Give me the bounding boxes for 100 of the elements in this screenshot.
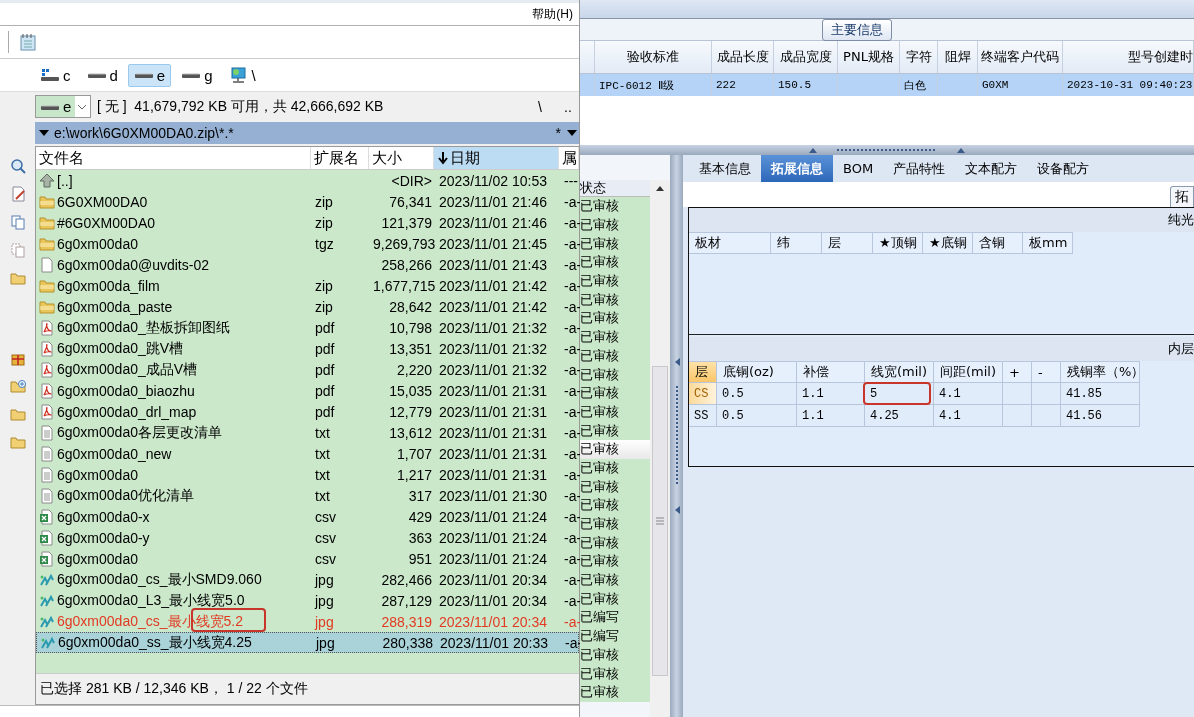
notepad-icon[interactable]	[19, 33, 37, 51]
menu-item[interactable]: 帮助(H)	[532, 5, 573, 23]
column-header[interactable]: 成品长度	[712, 41, 774, 73]
file-name[interactable]: 6g0xm00da0_成品V槽	[57, 360, 198, 377]
file-name[interactable]: 6g0xm00da0-y	[57, 529, 150, 546]
file-size: 9,269,793	[372, 235, 435, 252]
column-header[interactable]: 底铜(oz)	[717, 361, 797, 383]
table-cell: 5	[865, 383, 934, 405]
splitter-grip-icon[interactable]	[807, 146, 967, 154]
folder-icon[interactable]	[9, 270, 26, 286]
panel-tab[interactable]: 拓	[1170, 186, 1194, 207]
column-header[interactable]: ★底铜	[923, 232, 973, 254]
file-name[interactable]: 6g0xm00da0@uvdits-02	[57, 256, 209, 273]
file-name[interactable]: 6g0xm00da0_垫板拆卸图纸	[57, 318, 230, 335]
column-header[interactable]: -	[1032, 361, 1061, 383]
row-header[interactable]: CS	[689, 383, 717, 405]
column-header[interactable]: 属	[559, 147, 579, 169]
column-header[interactable]: 阻焊	[938, 41, 978, 73]
column-header[interactable]: 纬	[771, 232, 822, 254]
column-header[interactable]: 扩展名	[310, 147, 369, 169]
file-name[interactable]: 6g0xm00da0-x	[57, 508, 150, 525]
selected-row[interactable]: IPC-6012 Ⅱ级 222 150.5 白色 G0XM 2023-10-31 09:40:23	[580, 74, 1194, 96]
file-name[interactable]: 6g0xm00da0	[57, 235, 138, 252]
tab[interactable]: 设备配方	[1027, 155, 1100, 182]
file-extension: tgz	[314, 235, 335, 252]
file-name[interactable]: #6G0XM00DA0	[57, 214, 156, 231]
copy-icon[interactable]	[9, 214, 26, 230]
file-name[interactable]: 6g0xm00da_film	[57, 277, 160, 294]
file-extension: zip	[314, 193, 334, 210]
column-header[interactable]: PNL规格	[838, 41, 900, 73]
file-name[interactable]: 6g0xm00da0_跳V槽	[57, 339, 184, 356]
column-header[interactable]: 层	[689, 361, 717, 383]
tab[interactable]: 文本配方	[955, 155, 1028, 182]
file-name[interactable]: 6g0xm00da0_biaozhu	[57, 382, 195, 399]
status-cell: 已编写	[580, 608, 650, 627]
file-name[interactable]: 6g0xm00da0_L3_最小线宽5.0	[57, 591, 245, 608]
file-size: 1,217	[395, 466, 433, 483]
column-header[interactable]: 终端客户代码	[978, 41, 1063, 73]
file-name[interactable]: [..]	[57, 172, 73, 189]
file-name[interactable]: 6g0xm00da0各层更改清单	[57, 423, 222, 440]
column-header[interactable]: 验收标准	[595, 41, 712, 73]
command-line-field[interactable]	[0, 705, 579, 717]
scrollbar-thumb[interactable]	[652, 366, 668, 676]
column-header[interactable]: 日期	[433, 147, 560, 169]
root-button[interactable]: \	[529, 98, 551, 115]
up-button[interactable]: ..	[557, 98, 579, 115]
column-header[interactable]: ★顶铜	[873, 232, 923, 254]
filter-button[interactable]: *	[555, 125, 561, 141]
status-cell: 已审核	[580, 589, 650, 609]
file-name[interactable]: 6g0xm00da_paste	[57, 298, 173, 315]
edit-file-icon[interactable]	[9, 186, 26, 202]
file-attributes: -a-	[563, 487, 581, 504]
drive-button[interactable]: d	[80, 63, 124, 87]
tab[interactable]: 拓展信息	[761, 155, 833, 182]
column-header[interactable]: 线宽(mil)	[865, 361, 934, 383]
column-header[interactable]: 含铜	[973, 232, 1023, 254]
file-name[interactable]: 6g0xm00da0_ss_最小线宽4.25	[58, 633, 252, 650]
file-date: 2023/11/01 21:31	[438, 466, 548, 483]
new-folder-icon[interactable]	[9, 378, 26, 394]
column-header[interactable]: 文件名	[36, 147, 311, 169]
column-header[interactable]: +	[1003, 361, 1032, 383]
tab[interactable]: 产品特性	[883, 155, 956, 182]
tab[interactable]: 基本信息	[689, 155, 761, 182]
caret-icon[interactable]	[38, 128, 50, 138]
file-extension: pdf	[314, 319, 336, 336]
file-name[interactable]: 6g0xm00da0	[57, 550, 138, 567]
file-name[interactable]: 6g0xm00da0优化清单	[57, 486, 194, 503]
file-name[interactable]: 6G0XM00DA0	[57, 193, 148, 210]
file-name[interactable]: 6g0xm00da0_new	[57, 445, 172, 462]
caret-icon[interactable]	[565, 128, 579, 138]
text-file-icon	[39, 424, 55, 441]
column-header[interactable]: 层	[822, 232, 873, 254]
row-header[interactable]: SS	[689, 405, 717, 427]
copy-icon[interactable]	[9, 242, 26, 258]
drive-button[interactable]: c	[34, 63, 77, 87]
column-header[interactable]: 间距(mil)	[934, 361, 1003, 383]
column-header[interactable]: 大小	[368, 147, 434, 169]
pdf-icon	[39, 403, 55, 420]
folder-icon[interactable]	[9, 434, 26, 450]
folder-icon[interactable]	[9, 406, 26, 422]
drive-button[interactable]: e	[127, 63, 172, 87]
column-header[interactable]: 状态	[580, 180, 650, 197]
search-icon[interactable]	[9, 158, 26, 174]
drive-button[interactable]: \	[222, 63, 262, 87]
column-header[interactable]: 字符	[900, 41, 938, 73]
drive-button[interactable]: g	[175, 63, 219, 87]
tab[interactable]: BOM	[833, 155, 884, 182]
column-header[interactable]: 补偿	[797, 361, 865, 383]
file-name[interactable]: 6g0xm00da0	[57, 466, 138, 483]
file-name[interactable]: 6g0xm00da0_drl_map	[57, 403, 197, 420]
column-header[interactable]: 型号创建时	[1063, 41, 1194, 73]
file-name[interactable]: 6g0xm00da0_cs_最小SMD9.060	[57, 570, 262, 587]
column-header[interactable]: 板材	[689, 232, 771, 254]
file-attributes: -a-	[563, 256, 581, 273]
drive-combo[interactable]: e	[35, 95, 91, 118]
file-date: 2023/11/01 21:31	[438, 424, 548, 441]
table-cell: 4.1	[934, 405, 1003, 427]
column-header[interactable]: 板mm	[1023, 232, 1073, 254]
column-header[interactable]: 残铜率（%）	[1061, 361, 1140, 383]
column-header[interactable]: 成品宽度	[774, 41, 838, 73]
